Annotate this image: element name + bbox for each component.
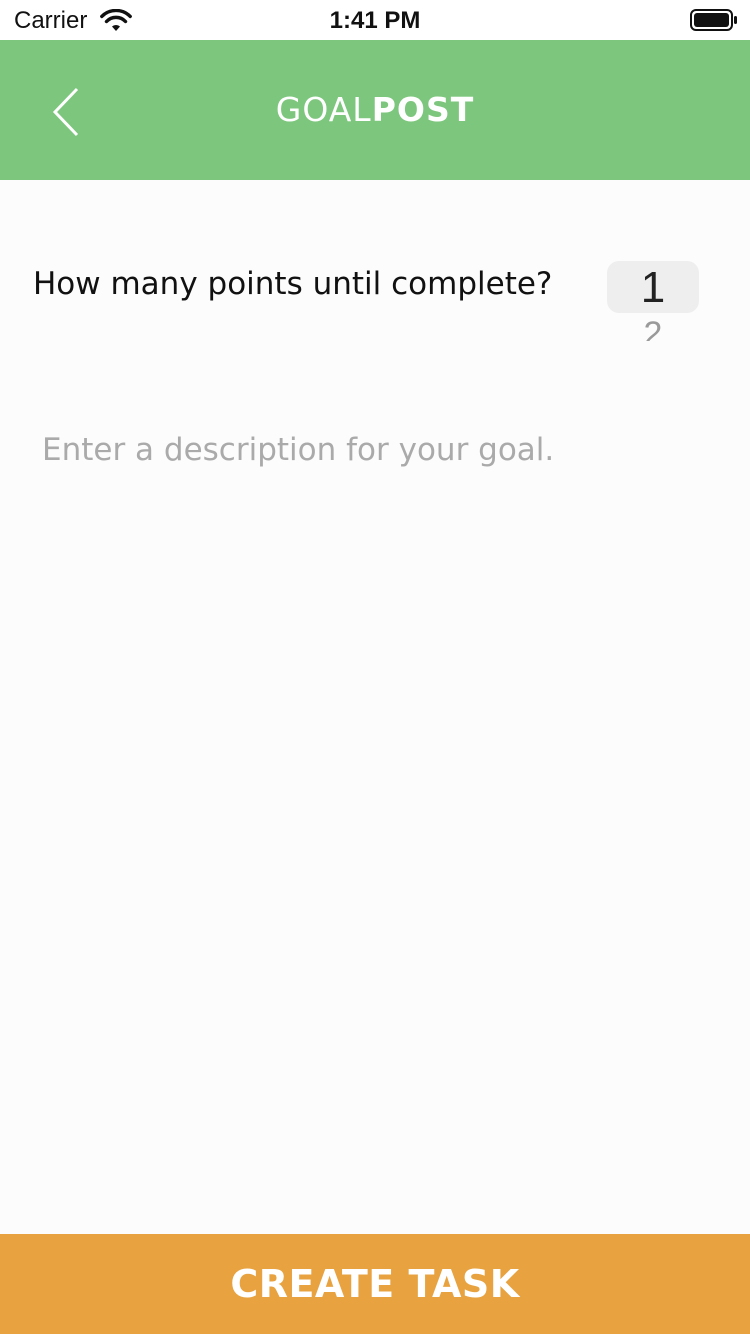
- logo-post: POST: [371, 90, 475, 129]
- battery-icon: [690, 9, 737, 31]
- points-question: How many points until complete?: [33, 266, 553, 302]
- picker-next-value[interactable]: 2: [607, 315, 699, 341]
- create-task-button[interactable]: CREATE TASK: [0, 1234, 750, 1334]
- status-time: 1:41 PM: [329, 7, 421, 34]
- picker-selected-value[interactable]: 1: [607, 263, 699, 313]
- status-bar: Carrier 1:41 PM: [0, 0, 750, 40]
- nav-header: GOALPOST: [0, 40, 750, 180]
- logo-goal: GOAL: [275, 90, 372, 129]
- description-input[interactable]: Enter a description for your goal.: [42, 432, 712, 468]
- app-logo: GOALPOST: [0, 90, 750, 129]
- points-picker[interactable]: 1 2: [607, 261, 699, 341]
